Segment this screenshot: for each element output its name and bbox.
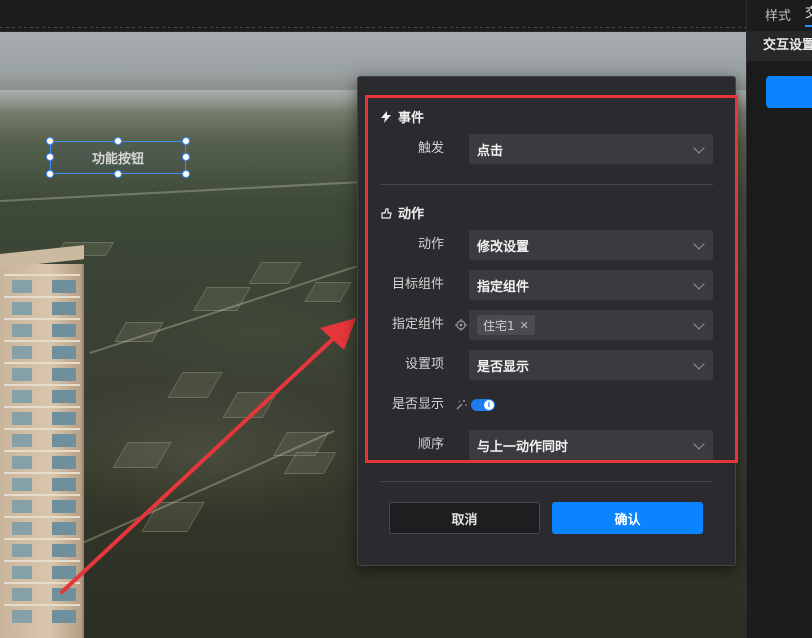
component-tag: 住宅1 ✕	[477, 315, 535, 335]
target-component-label: 目标组件	[391, 277, 444, 292]
order-label: 顺序	[417, 437, 444, 452]
footer-divider	[380, 481, 713, 482]
interaction-settings-title: 交互设置	[747, 31, 812, 61]
top-toolbar	[0, 0, 746, 32]
action-icon	[381, 207, 392, 219]
chevron-down-icon	[693, 142, 705, 154]
target-component-select[interactable]: 指定组件	[469, 270, 713, 300]
specified-component-label: 指定组件	[391, 317, 444, 332]
magic-wand-icon[interactable]	[455, 399, 467, 411]
event-section-title: 事件	[380, 107, 424, 126]
lightning-icon	[381, 110, 391, 123]
chevron-down-icon	[693, 358, 705, 370]
trigger-label: 触发	[417, 141, 444, 156]
specified-component-select[interactable]: 住宅1 ✕	[469, 310, 713, 340]
crosshair-icon[interactable]	[455, 319, 467, 331]
interaction-dialog: 事件 触发 点击 动作 动作 修改设置 目标组件 指定组件 指定组件 住宅1 ✕	[357, 76, 738, 566]
action-label: 动作	[417, 237, 444, 252]
add-interaction-button[interactable]	[766, 76, 812, 108]
property-tabs: 样式 交	[747, 0, 812, 28]
property-panel: 样式 交 交互设置	[746, 0, 812, 638]
order-select[interactable]: 与上一动作同时	[469, 430, 713, 460]
visible-toggle[interactable]: i	[471, 399, 495, 411]
visible-label: 是否显示	[391, 397, 444, 412]
trigger-select[interactable]: 点击	[469, 134, 713, 164]
tag-close-icon[interactable]: ✕	[520, 319, 529, 332]
setting-item-select[interactable]: 是否显示	[469, 350, 713, 380]
tab-style[interactable]: 样式	[765, 5, 791, 24]
cancel-button[interactable]: 取消	[389, 502, 540, 534]
toolbar-divider	[0, 27, 746, 28]
chevron-down-icon	[693, 238, 705, 250]
confirm-button[interactable]: 确认	[552, 502, 703, 534]
action-select[interactable]: 修改设置	[469, 230, 713, 260]
section-divider	[380, 184, 713, 185]
chevron-down-icon	[693, 278, 705, 290]
action-section-title: 动作	[380, 203, 424, 222]
chevron-down-icon	[693, 318, 705, 330]
chevron-down-icon	[693, 438, 705, 450]
tab-interaction[interactable]: 交	[805, 2, 812, 27]
setting-item-label: 设置项	[404, 357, 444, 372]
toggle-knob: i	[484, 400, 494, 410]
